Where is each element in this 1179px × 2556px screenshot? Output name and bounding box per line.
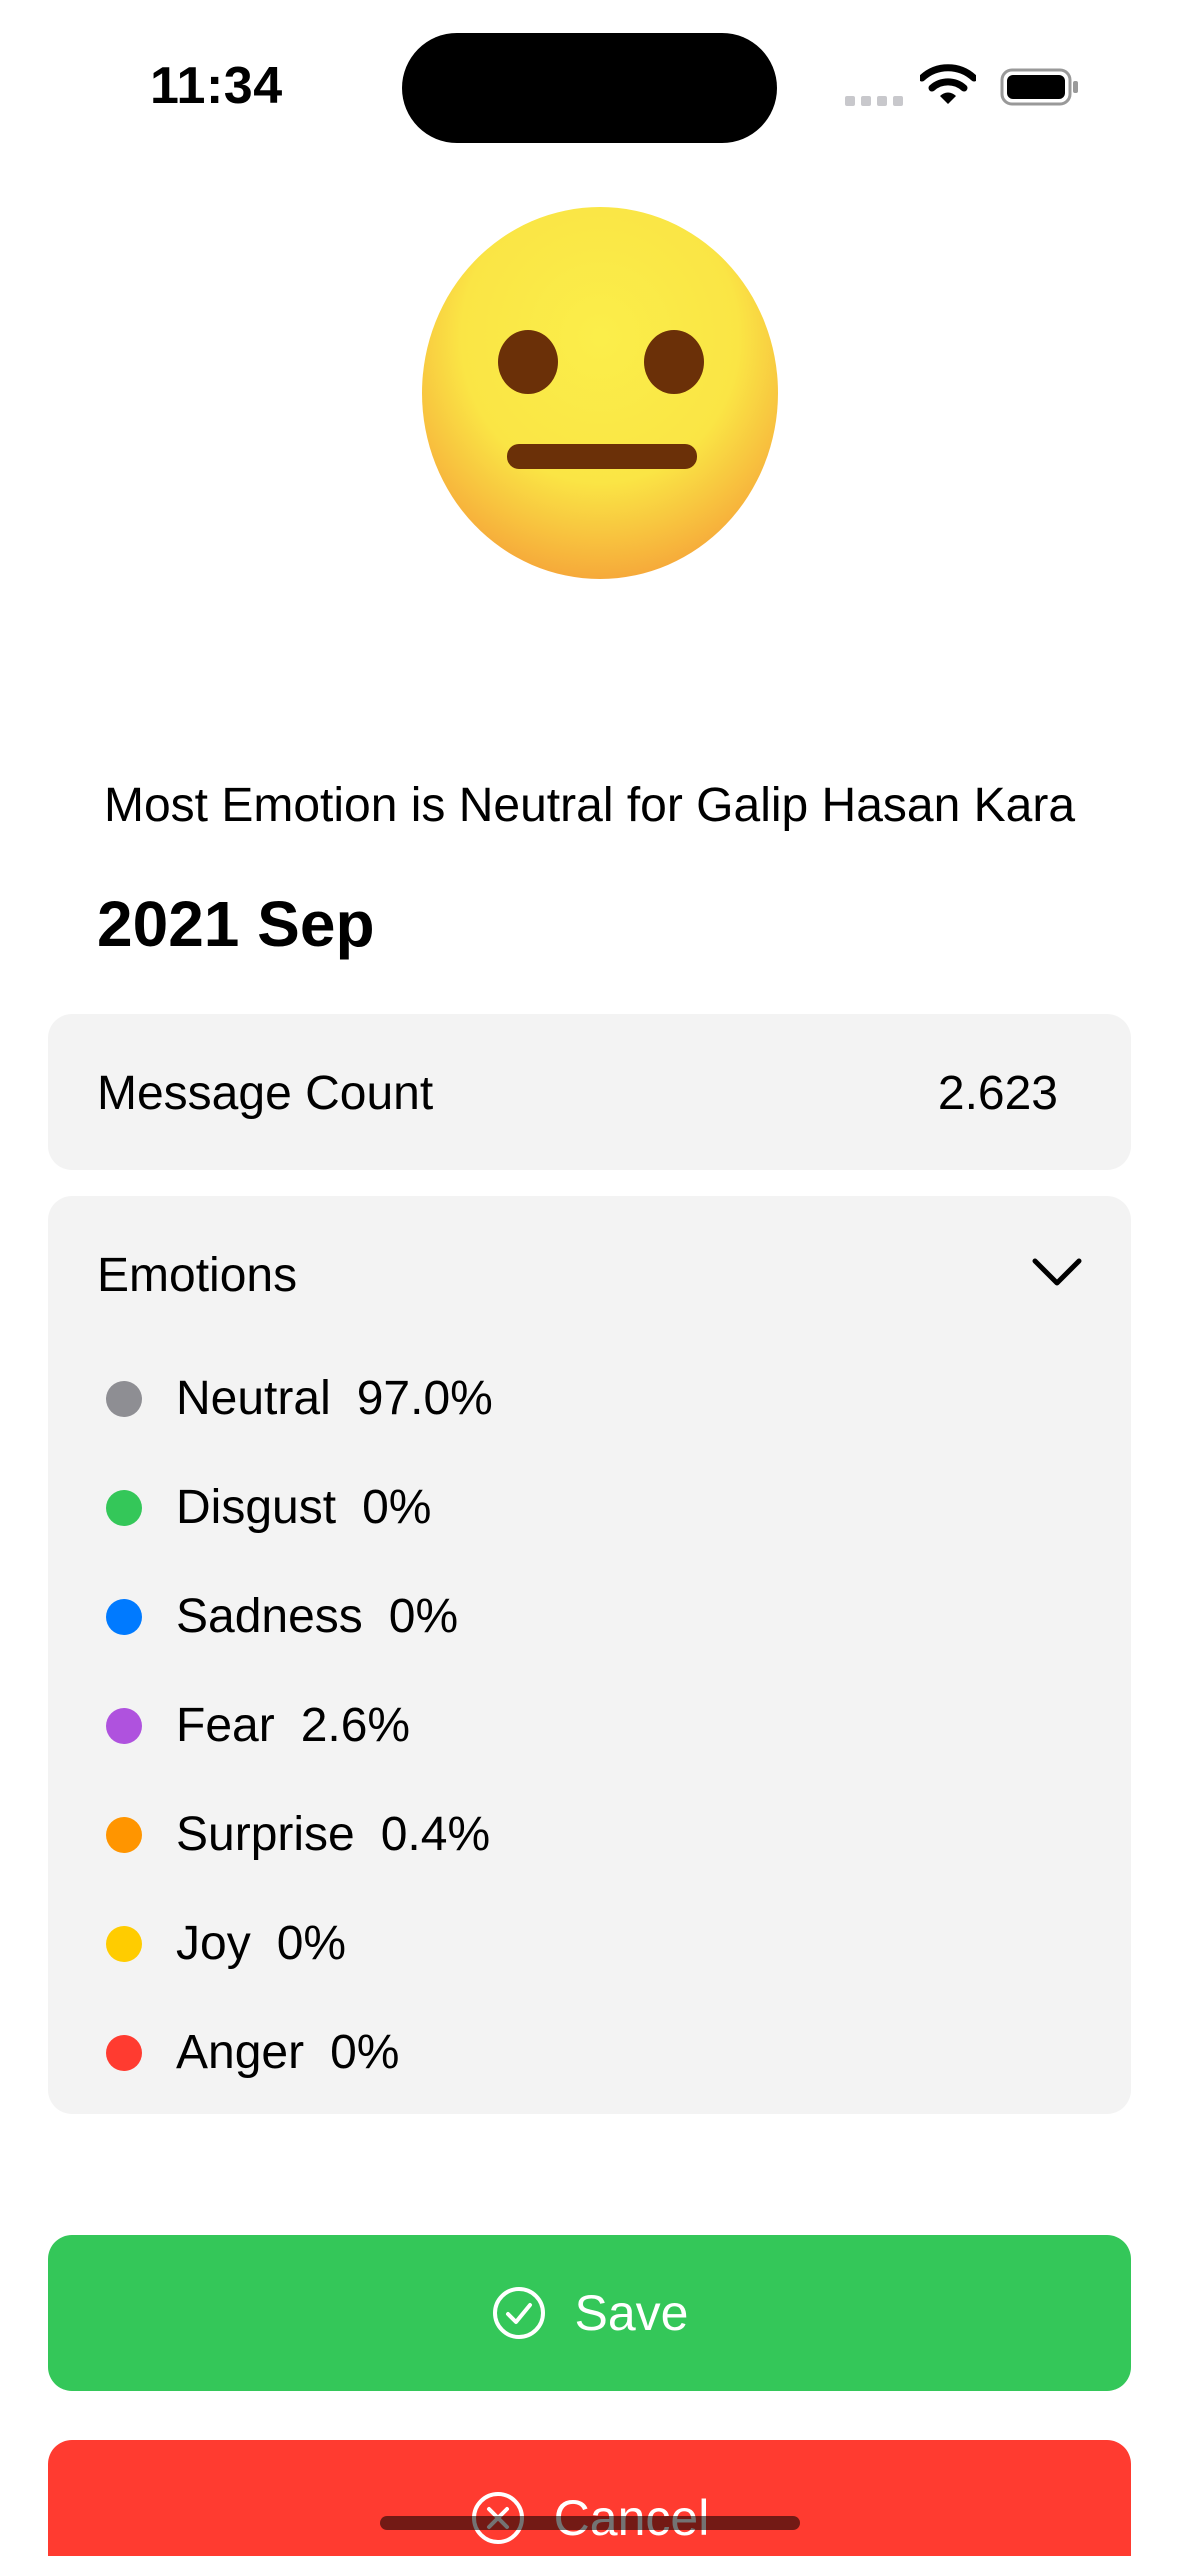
emotion-label: Neutral [176,1372,331,1425]
emotion-color-dot [106,1707,142,1744]
save-button-label: Save [574,2285,689,2341]
wifi-icon [920,64,976,104]
dynamic-island [402,33,777,143]
message-count-value: 2.623 [937,1067,1058,1120]
emotions-card[interactable]: Emotions Neutral 97.0% Disgust 0% Sadnes… [48,1196,1131,2114]
emotion-color-dot [106,1925,142,1962]
emotion-color-dot [106,1489,142,1526]
emotions-title: Emotions [97,1249,298,1302]
period-title: 2021 Sep [97,888,375,960]
headline: Most Emotion is Neutral for Galip Hasan … [103,779,1076,832]
emotion-item-joy: Joy 0% [106,1889,493,1998]
emotion-percent: 2.6% [300,1699,411,1752]
save-button[interactable]: Save [48,2235,1131,2391]
emotions-list: Neutral 97.0% Disgust 0% Sadness 0% Fear… [106,1344,493,2107]
cellular-signal-icon [845,96,903,106]
emotion-item-fear: Fear 2.6% [106,1671,493,1780]
emotion-color-dot [106,1816,142,1853]
home-indicator [380,2516,800,2530]
emotion-item-surprise: Surprise 0.4% [106,1780,493,1889]
emotion-color-dot [106,1380,142,1417]
message-count-label: Message Count [97,1067,434,1120]
chevron-down-icon[interactable] [1030,1254,1084,1290]
emotion-color-dot [106,1598,142,1635]
emotion-item-disgust: Disgust 0% [106,1453,493,1562]
neutral-face-emoji-icon [422,207,778,579]
emotion-label: Surprise [176,1808,355,1861]
emotion-item-neutral: Neutral 97.0% [106,1344,493,1453]
emotion-item-sadness: Sadness 0% [106,1562,493,1671]
emotion-label: Disgust [176,1481,337,1534]
emotion-color-dot [106,2034,142,2071]
emotion-label: Anger [176,2026,305,2079]
emotion-percent: 0% [388,1590,459,1643]
emotion-percent: 0% [276,1917,347,1970]
emotion-label: Joy [176,1917,251,1970]
status-time: 11:34 [150,57,283,115]
checkmark-circle-icon [492,2287,545,2339]
emotion-percent: 0.4% [380,1808,491,1861]
battery-icon [1000,68,1078,106]
cancel-button[interactable]: Cancel [48,2440,1131,2556]
emotion-percent: 0% [362,1481,432,1534]
emotion-label: Fear [176,1699,275,1752]
message-count-card: Message Count 2.623 [48,1014,1131,1170]
emotion-percent: 97.0% [356,1372,493,1425]
emotion-percent: 0% [330,2026,400,2079]
emotion-label: Sadness [176,1590,363,1643]
emotion-item-anger: Anger 0% [106,1998,493,2107]
